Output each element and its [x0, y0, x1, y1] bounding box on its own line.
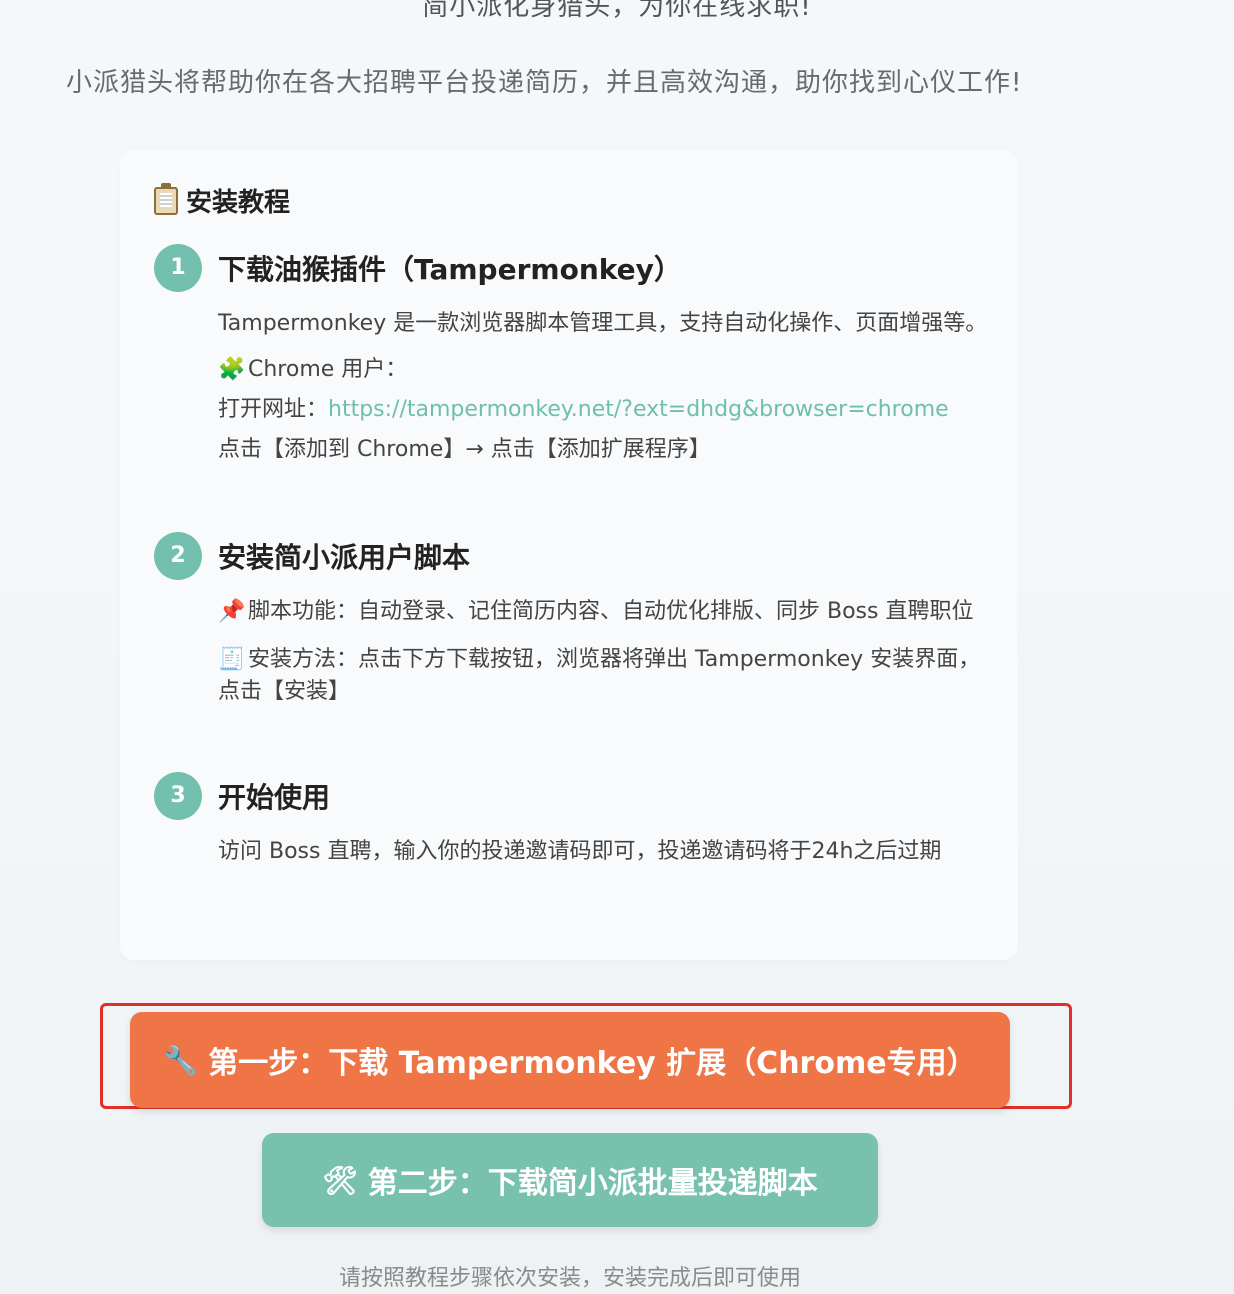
open-url-label: 打开网址：: [218, 397, 329, 422]
open-url-line: 打开网址：https://tampermonkey.net/?ext=dhdg&…: [218, 394, 988, 426]
step-1-badge: 1: [154, 244, 202, 292]
script-features-text: 脚本功能：自动登录、记住简历内容、自动优化排版、同步 Boss 直聘职位: [248, 599, 974, 624]
step-3-title: 开始使用: [218, 781, 331, 814]
step-3-body: 访问 Boss 直聘，输入你的投递邀请码即可，投递邀请码将于24h之后过期: [218, 836, 988, 868]
download-script-button[interactable]: 🛠 第二步：下载简小派批量投递脚本: [262, 1133, 878, 1227]
pushpin-icon: 📌: [218, 599, 246, 624]
step-2-body: 📌 脚本功能：自动登录、记住简历内容、自动优化排版、同步 Boss 直聘职位 🧾 安…: [218, 596, 988, 708]
chrome-users-line: 🧩 Chrome 用户：: [218, 354, 988, 386]
chrome-users-label: Chrome 用户：: [248, 357, 408, 382]
step-2-title: 安装简小派用户脚本: [218, 541, 471, 574]
tutorial-title: 安装教程: [154, 182, 290, 219]
download-tampermonkey-button[interactable]: 🔧 第一步：下载 Tampermonkey 扩展（Chrome专用）: [130, 1012, 1010, 1108]
step-1-body: Tampermonkey 是一款浏览器脚本管理工具，支持自动化操作、页面增强等。…: [218, 308, 988, 466]
step-1-title: 下载油猴插件（Tampermonkey）: [218, 253, 682, 286]
puzzle-piece-icon: 🧩: [218, 357, 246, 382]
step-2-badge: 2: [154, 532, 202, 580]
receipt-icon: 🧾: [218, 647, 246, 672]
hammer-and-wrench-icon: 🛠: [322, 1163, 358, 1197]
wrench-icon: 🔧: [163, 1043, 199, 1077]
step-3-description: 访问 Boss 直聘，输入你的投递邀请码即可，投递邀请码将于24h之后过期: [218, 839, 942, 864]
step-1-description: Tampermonkey 是一款浏览器脚本管理工具，支持自动化操作、页面增强等。: [218, 311, 988, 336]
tutorial-title-text: 安装教程: [186, 188, 291, 218]
install-method-text: 安装方法：点击下方下载按钮，浏览器将弹出 Tampermonkey 安装界面，点…: [218, 647, 981, 704]
clipboard-icon: [154, 183, 180, 218]
hero-subtitle: 小派猎头将帮助你在各大招聘平台投递简历，并且高效沟通，助你找到心仪工作!: [66, 68, 1023, 98]
download-tampermonkey-label: 第一步：下载 Tampermonkey 扩展（Chrome专用）: [208, 1046, 977, 1081]
footer-note: 请按照教程步骤依次安装，安装完成后即可使用: [338, 1266, 801, 1291]
tampermonkey-link[interactable]: https://tampermonkey.net/?ext=dhdg&brows…: [328, 397, 949, 422]
install-method-line: 🧾 安装方法：点击下方下载按钮，浏览器将弹出 Tampermonkey 安装界面，…: [218, 644, 988, 708]
hero-title: 简小派化身猎头，为你在线求职!: [422, 0, 812, 22]
download-script-label: 第二步：下载简小派批量投递脚本: [367, 1166, 818, 1201]
step-1-instruction: 点击【添加到 Chrome】→ 点击【添加扩展程序】: [218, 437, 711, 462]
step-3-badge: 3: [154, 772, 202, 820]
script-features-line: 📌 脚本功能：自动登录、记住简历内容、自动优化排版、同步 Boss 直聘职位: [218, 596, 988, 628]
